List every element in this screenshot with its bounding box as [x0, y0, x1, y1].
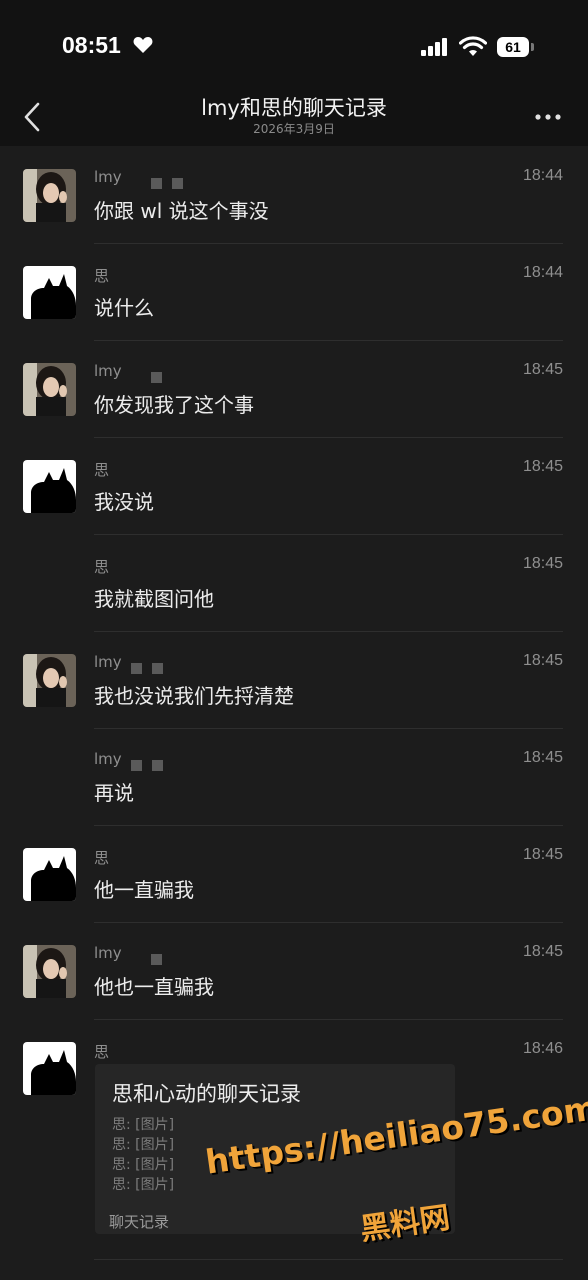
message-row[interactable]: lmy 18:45 再说 — [0, 729, 588, 826]
avatar-lmy[interactable] — [23, 363, 76, 416]
message-text[interactable]: 我就截图问他 — [94, 583, 214, 612]
sender-name: lmy — [94, 944, 122, 962]
avatar-lmy[interactable] — [23, 654, 76, 707]
message-row[interactable]: lmy 18:44 你跟 wl 说这个事没 — [0, 147, 588, 244]
message-time: 18:44 — [522, 264, 563, 281]
status-bar: 08:51 61 — [0, 0, 588, 90]
message-text[interactable]: 他一直骗我 — [94, 874, 194, 903]
page-subtitle-date: 2026年3月9日 — [253, 122, 335, 136]
message-text[interactable]: 说什么 — [94, 292, 154, 321]
wifi-icon — [459, 36, 487, 56]
pixelated-redaction — [151, 174, 193, 189]
message-row[interactable]: 思 18:45 我就截图问他 — [0, 535, 588, 632]
message-row[interactable]: lmy 18:45 他也一直骗我 — [0, 923, 588, 1020]
chat-record-footer: 聊天记录 — [109, 1213, 170, 1231]
chat-record-line: 思: [图片] — [112, 1117, 175, 1133]
cellular-signal-icon — [421, 38, 447, 56]
avatar-lmy[interactable] — [23, 169, 76, 222]
message-time: 18:44 — [522, 167, 563, 184]
sender-name: 思 — [94, 267, 110, 285]
message-text[interactable]: 你发现我了这个事 — [94, 389, 254, 418]
message-time: 18:45 — [522, 458, 563, 475]
nav-bar: lmy和思的聊天记录 2026年3月9日 — [0, 90, 588, 146]
chat-record-title: 思和心动的聊天记录 — [112, 1082, 301, 1106]
sender-name: lmy — [94, 362, 122, 380]
pixelated-redaction — [131, 659, 173, 674]
chat-record-line: 思: [图片] — [112, 1157, 175, 1173]
message-text[interactable]: 他也一直骗我 — [94, 971, 214, 1000]
avatar-lmy[interactable] — [23, 945, 76, 998]
sender-name: lmy — [94, 653, 122, 671]
divider — [94, 1259, 563, 1260]
message-time: 18:45 — [522, 652, 563, 669]
avatar-si[interactable] — [23, 266, 76, 319]
avatar-si[interactable] — [23, 848, 76, 901]
message-row[interactable]: lmy 18:45 你发现我了这个事 — [0, 341, 588, 438]
message-time: 18:45 — [522, 555, 563, 572]
message-text[interactable]: 你跟 wl 说这个事没 — [94, 195, 269, 224]
heart-icon — [133, 37, 153, 53]
sender-name: 思 — [94, 1043, 110, 1061]
avatar-si[interactable] — [23, 460, 76, 513]
sender-name: 思 — [94, 849, 110, 867]
message-row[interactable]: 思 18:45 他一直骗我 — [0, 826, 588, 923]
message-row[interactable]: lmy 18:45 我也没说我们先捋清楚 — [0, 632, 588, 729]
battery-tip — [531, 43, 534, 51]
battery-indicator: 61 — [497, 37, 529, 57]
message-text[interactable]: 再说 — [94, 777, 134, 806]
message-text[interactable]: 我也没说我们先捋清楚 — [94, 680, 294, 709]
sender-name: 思 — [94, 461, 110, 479]
message-time: 18:45 — [522, 846, 563, 863]
status-time: 08:51 — [62, 32, 121, 58]
message-time: 18:46 — [522, 1040, 563, 1057]
page-title: lmy和思的聊天记录 — [201, 96, 387, 120]
message-row[interactable]: 思 18:44 说什么 — [0, 244, 588, 341]
avatar-si[interactable] — [23, 1042, 76, 1095]
message-time: 18:45 — [522, 943, 563, 960]
pixelated-redaction — [151, 368, 172, 383]
more-options-icon[interactable] — [534, 112, 562, 122]
sender-name: 思 — [94, 558, 110, 576]
pixelated-redaction — [131, 756, 173, 771]
message-time: 18:45 — [522, 361, 563, 378]
sender-name: lmy — [94, 750, 122, 768]
message-time: 18:45 — [522, 749, 563, 766]
chat-record-line: 思: [图片] — [112, 1177, 175, 1193]
message-row[interactable]: 思 18:45 我没说 — [0, 438, 588, 535]
pixelated-redaction — [151, 950, 172, 965]
sender-name: lmy — [94, 168, 122, 186]
message-text[interactable]: 我没说 — [94, 486, 154, 515]
chat-record-line: 思: [图片] — [112, 1137, 175, 1153]
